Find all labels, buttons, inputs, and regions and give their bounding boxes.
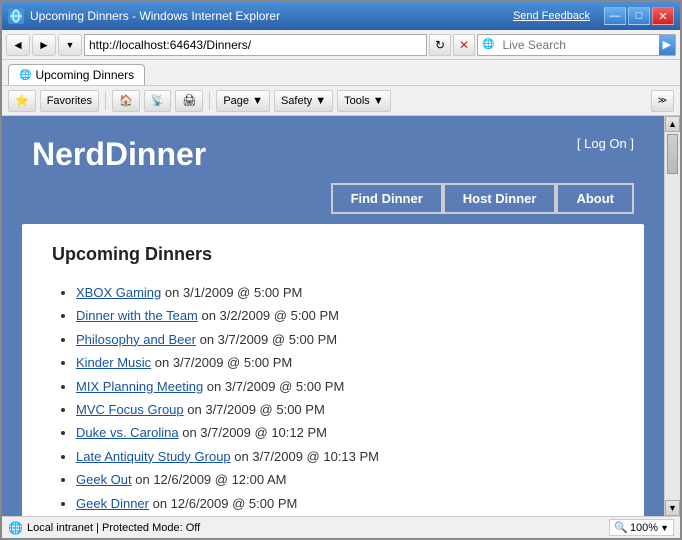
- list-item: MVC Focus Group on 3/7/2009 @ 5:00 PM: [76, 398, 614, 421]
- dinner-meta: on 3/7/2009 @ 5:00 PM: [184, 402, 325, 417]
- window-controls: — □ ✕: [604, 7, 674, 25]
- title-bar: Upcoming Dinners - Windows Internet Expl…: [2, 2, 680, 30]
- list-item: MIX Planning Meeting on 3/7/2009 @ 5:00 …: [76, 375, 614, 398]
- list-item: Late Antiquity Study Group on 3/7/2009 @…: [76, 445, 614, 468]
- page-content: NerdDinner [ Log On ] Find Dinner Host D…: [2, 116, 664, 516]
- tools-button[interactable]: Tools ▼: [337, 90, 391, 112]
- zoom-level: 100%: [630, 522, 658, 534]
- dinner-meta: on 3/7/2009 @ 10:12 PM: [179, 425, 327, 440]
- favorites-button[interactable]: Favorites: [40, 90, 99, 112]
- print-button[interactable]: 🖨: [175, 90, 203, 112]
- main-content: Upcoming Dinners XBOX Gaming on 3/1/2009…: [22, 224, 644, 516]
- toolbar-separator-1: [105, 92, 106, 110]
- tab-icon: 🌐: [19, 70, 31, 81]
- toolbar-separator-2: [209, 92, 210, 110]
- close-button[interactable]: ✕: [652, 7, 674, 25]
- forward-button[interactable]: ►: [32, 34, 56, 56]
- dinner-link[interactable]: Late Antiquity Study Group: [76, 449, 231, 464]
- refresh-button[interactable]: ↻: [429, 34, 451, 56]
- dinner-link[interactable]: Dinner with the Team: [76, 308, 198, 323]
- about-nav-button[interactable]: About: [556, 183, 634, 214]
- rss-button[interactable]: 📡: [144, 90, 172, 112]
- zoom-control[interactable]: 🔍 100% ▼: [609, 519, 674, 536]
- tab-bar: 🌐 Upcoming Dinners: [2, 60, 680, 86]
- dinner-link[interactable]: Kinder Music: [76, 355, 151, 370]
- host-dinner-nav-button[interactable]: Host Dinner: [443, 183, 557, 214]
- status-icon: 🌐: [8, 521, 23, 535]
- dinner-link[interactable]: XBOX Gaming: [76, 285, 161, 300]
- dinner-meta: on 3/1/2009 @ 5:00 PM: [161, 285, 302, 300]
- scrollbar: ▲ ▼: [664, 116, 680, 516]
- dinner-meta: on 3/7/2009 @ 5:00 PM: [151, 355, 292, 370]
- scrollbar-down-button[interactable]: ▼: [665, 500, 680, 516]
- browser-toolbar: ⭐ Favorites 🏠 📡 🖨 Page ▼ Safety ▼ Tools …: [2, 86, 680, 116]
- send-feedback-link[interactable]: Send Feedback: [513, 10, 590, 22]
- search-go-button[interactable]: ▶: [659, 35, 675, 55]
- nav-bar: ◄ ► ▼ ↻ ✕ 🌐 ▶: [2, 30, 680, 60]
- scrollbar-thumb[interactable]: [667, 134, 678, 174]
- list-item: Duke vs. Carolina on 3/7/2009 @ 10:12 PM: [76, 421, 614, 444]
- browser-window: Upcoming Dinners - Windows Internet Expl…: [0, 0, 682, 540]
- dinner-link[interactable]: Geek Dinner: [76, 496, 149, 511]
- dinner-link[interactable]: Geek Out: [76, 472, 132, 487]
- title-bar-left: Upcoming Dinners - Windows Internet Expl…: [8, 8, 280, 24]
- search-icon: 🌐: [478, 39, 498, 50]
- zoom-icon: 🔍: [614, 521, 628, 534]
- dinner-meta: on 12/6/2009 @ 12:00 AM: [132, 472, 287, 487]
- list-item: Dinner with the Team on 3/2/2009 @ 5:00 …: [76, 304, 614, 327]
- ie-icon: [8, 8, 24, 24]
- address-bar[interactable]: [84, 34, 427, 56]
- tab-label: Upcoming Dinners: [35, 68, 134, 82]
- window-title: Upcoming Dinners - Windows Internet Expl…: [30, 9, 280, 23]
- site-title: NerdDinner: [32, 136, 206, 173]
- browser-tab-upcoming-dinners[interactable]: 🌐 Upcoming Dinners: [8, 64, 145, 85]
- page-area: NerdDinner [ Log On ] Find Dinner Host D…: [2, 116, 680, 516]
- site-nav: Find Dinner Host Dinner About: [2, 183, 664, 224]
- list-item: Geek Dinner on 12/6/2009 @ 5:00 PM: [76, 492, 614, 515]
- list-item: Kinder Music on 3/7/2009 @ 5:00 PM: [76, 351, 614, 374]
- list-item: Philosophy and Beer on 3/7/2009 @ 5:00 P…: [76, 328, 614, 351]
- scrollbar-up-button[interactable]: ▲: [665, 116, 680, 132]
- status-bar: 🌐 Local intranet | Protected Mode: Off 🔍…: [2, 516, 680, 538]
- dinner-meta: on 3/2/2009 @ 5:00 PM: [198, 308, 339, 323]
- favorites-label: Favorites: [47, 95, 92, 107]
- search-input[interactable]: [499, 34, 659, 56]
- maximize-button[interactable]: □: [628, 7, 650, 25]
- home-button[interactable]: 🏠: [112, 90, 140, 112]
- status-text: Local intranet | Protected Mode: Off: [27, 522, 200, 534]
- dinner-meta: on 3/7/2009 @ 5:00 PM: [196, 332, 337, 347]
- back-button[interactable]: ◄: [6, 34, 30, 56]
- list-item: XBOX Gaming on 3/1/2009 @ 5:00 PM: [76, 281, 614, 304]
- more-tools-button[interactable]: ≫: [651, 90, 674, 112]
- dinner-meta: on 12/6/2009 @ 5:00 PM: [149, 496, 297, 511]
- dinner-meta: on 3/7/2009 @ 5:00 PM: [203, 379, 344, 394]
- log-on-link[interactable]: [ Log On ]: [577, 136, 634, 151]
- scrollbar-track[interactable]: [665, 132, 680, 500]
- stop-button[interactable]: ✕: [453, 34, 475, 56]
- site-header: NerdDinner [ Log On ]: [2, 116, 664, 183]
- section-title: Upcoming Dinners: [52, 244, 614, 265]
- dinner-link[interactable]: MIX Planning Meeting: [76, 379, 203, 394]
- dinner-meta: on 3/7/2009 @ 10:13 PM: [231, 449, 379, 464]
- zoom-dropdown-icon: ▼: [660, 523, 669, 533]
- favorites-star-button[interactable]: ⭐: [8, 90, 36, 112]
- dropdown-button[interactable]: ▼: [58, 34, 82, 56]
- safety-button[interactable]: Safety ▼: [274, 90, 333, 112]
- dinner-link[interactable]: Philosophy and Beer: [76, 332, 196, 347]
- list-item: Geek Out on 12/6/2009 @ 12:00 AM: [76, 468, 614, 491]
- find-dinner-nav-button[interactable]: Find Dinner: [331, 183, 443, 214]
- dinner-link[interactable]: Duke vs. Carolina: [76, 425, 179, 440]
- page-button[interactable]: Page ▼: [216, 90, 270, 112]
- dinner-link[interactable]: MVC Focus Group: [76, 402, 184, 417]
- minimize-button[interactable]: —: [604, 7, 626, 25]
- dinner-list: XBOX Gaming on 3/1/2009 @ 5:00 PMDinner …: [52, 281, 614, 515]
